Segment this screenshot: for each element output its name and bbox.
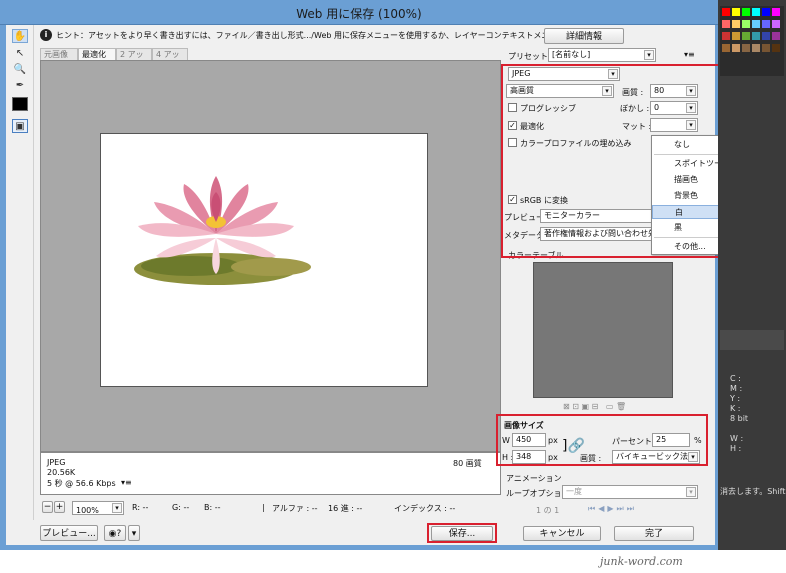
toggle-slices-icon[interactable]: ▣ <box>12 119 28 133</box>
frame-counter: 1 の 1 <box>536 506 560 515</box>
zoom-in-button[interactable]: + <box>54 501 65 513</box>
done-button[interactable]: 完了 <box>614 526 694 541</box>
preview-button[interactable]: プレビュー... <box>40 525 98 541</box>
zoom-value: 100% <box>76 506 99 515</box>
loop-select[interactable]: 一度 ▾ <box>562 485 698 499</box>
tab-optimized[interactable]: 最適化 <box>78 48 116 60</box>
preset-label: プリセット : <box>508 52 554 61</box>
highlight-box-save <box>427 523 497 543</box>
status-g: G: -- <box>172 503 190 512</box>
status-alpha: アルファ : -- <box>272 504 318 513</box>
swatch[interactable] <box>722 20 730 28</box>
info-icon: i <box>40 29 52 41</box>
info-w: W : <box>730 434 744 443</box>
photoshop-side-panel: C : M : Y : K : 8 bit W : H : 消去します。Shif… <box>718 0 786 550</box>
swatch[interactable] <box>752 32 760 40</box>
info-m: M : <box>730 384 743 393</box>
status-b: B: -- <box>204 503 221 512</box>
swatch[interactable] <box>732 32 740 40</box>
swatch[interactable] <box>742 32 750 40</box>
swatches-panel[interactable] <box>720 6 784 76</box>
info-y: Y : <box>730 394 741 403</box>
tip-text: ヒント：アセットをより早く書き出すには、ファイル／書き出し形式.../Web 用… <box>56 31 598 40</box>
info-quality: 80 画質 <box>453 459 482 468</box>
swatch[interactable] <box>772 20 780 28</box>
zoom-out-button[interactable]: − <box>42 501 53 513</box>
swatch[interactable] <box>772 8 780 16</box>
swatch[interactable] <box>722 32 730 40</box>
tab-4up[interactable]: 4 アップ <box>152 48 188 71</box>
info-menu-icon[interactable]: ▾≡ <box>121 478 132 487</box>
info-h: H : <box>730 444 742 453</box>
window-title: Web 用に保存 (100%) <box>296 7 422 21</box>
water-lily-image <box>134 176 311 285</box>
swatch[interactable] <box>742 20 750 28</box>
panel-header <box>720 330 784 350</box>
browser-dropdown-icon[interactable]: ▾ <box>128 525 140 541</box>
eyedropper-tool-icon[interactable]: ✒ <box>12 79 28 93</box>
tool-strip: ✋ ↖ 🔍 ✒ ▣ <box>6 25 34 520</box>
tab-original[interactable]: 元画像 <box>40 48 78 60</box>
info-time: 5 秒 @ 56.6 Kbps <box>47 479 116 488</box>
status-index: インデックス : -- <box>394 504 456 513</box>
swatch[interactable] <box>762 20 770 28</box>
tab-2up[interactable]: 2 アップ <box>116 48 152 71</box>
animation-heading: アニメーション <box>506 474 562 483</box>
info-c: C : <box>730 374 741 383</box>
watermark: junk-word.com <box>600 555 683 568</box>
swatch[interactable] <box>722 8 730 16</box>
swatch[interactable] <box>722 44 730 52</box>
preset-select[interactable]: [名前なし] ▾ <box>548 48 656 62</box>
swatch[interactable] <box>752 44 760 52</box>
swatch[interactable] <box>742 44 750 52</box>
color-table[interactable] <box>533 262 673 398</box>
zoom-tool-icon[interactable]: 🔍 <box>12 63 28 77</box>
info-size: 20.56K <box>47 468 76 477</box>
swatch[interactable] <box>772 44 780 52</box>
swatch[interactable] <box>732 20 740 28</box>
swatch[interactable] <box>742 8 750 16</box>
details-button[interactable]: 詳細情報 <box>544 28 624 44</box>
highlight-box-image-size <box>496 414 708 466</box>
zoom-select[interactable]: 100% ▾ <box>72 501 124 515</box>
status-divider: | <box>262 503 265 512</box>
optimization-info-panel: JPEG 20.56K 5 秒 @ 56.6 Kbps ▾≡ 80 画質 <box>40 452 501 495</box>
chevron-down-icon: ▾ <box>644 50 654 60</box>
info-message: 消去します。Shift、 <box>720 487 786 496</box>
info-k: K : <box>730 404 741 413</box>
swatch[interactable] <box>752 20 760 28</box>
swatch[interactable] <box>752 8 760 16</box>
cancel-button[interactable]: キャンセル <box>523 526 601 541</box>
preset-value: [名前なし] <box>552 50 591 59</box>
animation-controls-icons[interactable]: ⏮◀▶⏭⏭ <box>588 504 637 514</box>
status-hex: 16 進 : -- <box>328 504 363 513</box>
slice-select-tool-icon[interactable]: ↖ <box>12 47 28 61</box>
swatch[interactable] <box>762 44 770 52</box>
info-bit: 8 bit <box>730 414 749 423</box>
preset-menu-icon[interactable]: ▾≡ <box>684 50 695 59</box>
status-r: R: -- <box>132 503 149 512</box>
browser-select-icon[interactable]: ◉? <box>104 525 126 541</box>
swatch[interactable] <box>772 32 780 40</box>
status-bar: − + 100% ▾ R: -- G: -- B: -- | アルファ : --… <box>40 500 501 516</box>
eyedropper-color-swatch[interactable] <box>12 97 28 111</box>
info-format: JPEG <box>47 458 66 467</box>
chevron-down-icon: ▾ <box>686 487 696 497</box>
hand-tool-icon[interactable]: ✋ <box>12 29 28 43</box>
chevron-down-icon: ▾ <box>112 503 122 513</box>
color-table-toolbar-icons[interactable]: ⊠ ⊡ ▣ ⊟ ▭ 🗑 <box>563 402 626 411</box>
swatch[interactable] <box>732 8 740 16</box>
swatch[interactable] <box>762 32 770 40</box>
title-bar: Web 用に保存 (100%) <box>0 0 718 25</box>
image-canvas[interactable] <box>100 133 428 387</box>
swatch[interactable] <box>762 8 770 16</box>
loop-value: 一度 <box>566 487 582 496</box>
swatch[interactable] <box>732 44 740 52</box>
